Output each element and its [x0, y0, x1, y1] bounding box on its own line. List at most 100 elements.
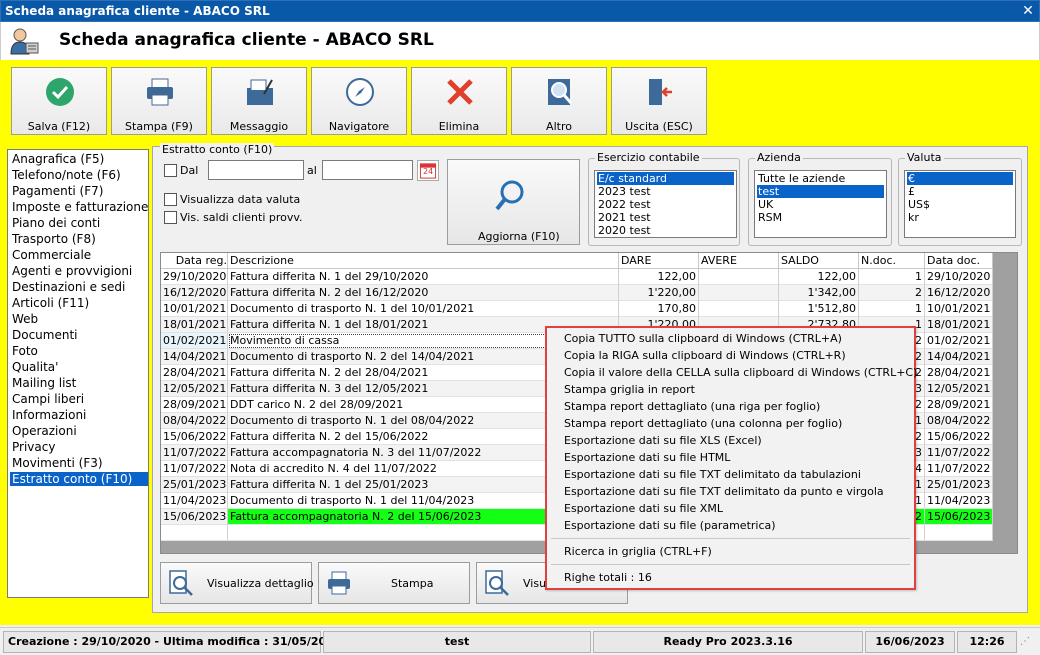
nav-item[interactable]: Trasporto (F8) [12, 232, 96, 246]
context-menu-item[interactable]: Stampa report dettagliato (una colonna p… [564, 417, 842, 430]
table-cell[interactable]: 122,00 [779, 269, 859, 285]
table-cell[interactable]: 1 [859, 301, 925, 317]
valuta-date-checkbox[interactable] [164, 193, 177, 206]
message-button[interactable]: Messaggio [211, 67, 307, 135]
al-date-input[interactable] [322, 160, 413, 180]
other-button[interactable]: Altro [511, 67, 607, 135]
nav-item[interactable]: Web [12, 312, 38, 326]
table-cell[interactable] [699, 269, 779, 285]
table-cell[interactable]: Documento di trasporto N. 1 del 10/01/20… [228, 301, 619, 317]
table-row[interactable]: 16/12/2020 Fattura differita N. 2 del 16/… [161, 285, 993, 301]
table-cell[interactable]: 28/09/2021 [925, 397, 993, 413]
nav-item[interactable]: Movimenti (F3) [12, 456, 103, 470]
valuta-option[interactable]: £ [907, 185, 1013, 198]
nav-item[interactable]: Qualita' [12, 360, 58, 374]
context-menu-item[interactable]: Copia la RIGA sulla clipboard di Windows… [564, 349, 846, 362]
refresh-button[interactable]: Aggiorna (F10) [447, 159, 580, 245]
exit-button[interactable]: Uscita (ESC) [611, 67, 707, 135]
table-cell[interactable]: 18/01/2021 [925, 317, 993, 333]
search-grid-item[interactable]: Ricerca in griglia (CTRL+F) [564, 545, 712, 558]
dal-date-input[interactable] [208, 160, 304, 180]
nav-item[interactable]: Destinazioni e sedi [12, 280, 125, 294]
nav-item[interactable]: Imposte e fatturazione [12, 200, 148, 214]
delete-button[interactable]: Elimina [411, 67, 507, 135]
resize-grip-icon[interactable]: ⋰ [1020, 636, 1030, 647]
table-cell[interactable]: 11/07/2022 [161, 461, 228, 477]
table-cell[interactable]: 15/06/2023 [925, 509, 993, 525]
table-cell[interactable]: 15/06/2023 [161, 509, 228, 525]
context-menu-item[interactable]: Esportazione dati su file (parametrica) [564, 519, 776, 532]
esercizio-option[interactable]: 2020 test [597, 224, 734, 237]
table-cell[interactable]: 18/01/2021 [161, 317, 228, 333]
context-menu-item[interactable]: Stampa report dettagliato (una riga per … [564, 400, 820, 413]
context-menu-item[interactable]: Esportazione dati su file HTML [564, 451, 730, 464]
nav-item[interactable]: Privacy [12, 440, 55, 454]
nav-item[interactable]: Piano dei conti [12, 216, 100, 230]
esercizio-list[interactable]: E/c standard 2023 test 2022 test 2021 test 2… [594, 170, 737, 238]
calendar-button[interactable]: 24 [417, 160, 439, 181]
context-menu-item[interactable]: Esportazione dati su file XML [564, 502, 723, 515]
context-menu-item[interactable]: Copia il valore della CELLA sulla clipbo… [564, 366, 917, 379]
table-cell[interactable]: 29/10/2020 [925, 269, 993, 285]
esercizio-option[interactable]: 2023 test [597, 185, 734, 198]
context-menu-item[interactable]: Esportazione dati su file XLS (Excel) [564, 434, 762, 447]
table-cell[interactable]: 25/01/2023 [925, 477, 993, 493]
close-button[interactable]: ✕ [1021, 4, 1035, 18]
table-cell[interactable]: 15/06/2022 [161, 429, 228, 445]
table-row[interactable]: 29/10/2020 Fattura differita N. 1 del 29/… [161, 269, 993, 285]
esercizio-option[interactable]: E/c standard [597, 172, 734, 185]
nav-item[interactable]: Anagrafica (F5) [12, 152, 104, 166]
column-header[interactable]: Data reg. [161, 253, 228, 269]
table-cell[interactable]: 16/12/2020 [161, 285, 228, 301]
nav-item[interactable]: Foto [12, 344, 38, 358]
context-menu-item[interactable]: Stampa griglia in report [564, 383, 695, 396]
nav-item[interactable]: Telefono/note (F6) [12, 168, 121, 182]
valuta-option[interactable]: € [907, 172, 1013, 185]
nav-item[interactable]: Estratto conto (F10) [10, 472, 148, 486]
table-cell[interactable] [699, 285, 779, 301]
table-cell-empty[interactable] [161, 525, 228, 541]
nav-item[interactable]: Pagamenti (F7) [12, 184, 103, 198]
column-header[interactable]: SALDO [779, 253, 859, 269]
table-cell[interactable]: 1'512,80 [779, 301, 859, 317]
nav-item[interactable]: Commerciale [12, 248, 91, 262]
table-cell[interactable] [699, 301, 779, 317]
nav-item[interactable]: Campi liberi [12, 392, 84, 406]
table-cell[interactable]: 170,80 [619, 301, 699, 317]
esercizio-option[interactable]: 2022 test [597, 198, 734, 211]
nav-item[interactable]: Documenti [12, 328, 78, 342]
saldi-provv-checkbox[interactable] [164, 211, 177, 224]
table-cell[interactable]: 122,00 [619, 269, 699, 285]
table-cell[interactable]: 11/04/2023 [925, 493, 993, 509]
dal-checkbox[interactable] [164, 164, 177, 177]
table-cell[interactable]: 12/05/2021 [161, 381, 228, 397]
context-menu-item[interactable]: Esportazione dati su file TXT delimitato… [564, 485, 884, 498]
context-menu-item[interactable]: Esportazione dati su file TXT delimitato… [564, 468, 861, 481]
view-detail-button[interactable]: Visualizza dettaglio [160, 562, 314, 604]
table-cell[interactable]: 28/04/2021 [161, 365, 228, 381]
column-header[interactable]: Descrizione [228, 253, 619, 269]
table-cell[interactable]: 01/02/2021 [161, 333, 228, 349]
column-header[interactable]: Data doc. [925, 253, 993, 269]
table-cell[interactable]: 08/04/2022 [925, 413, 993, 429]
valuta-option[interactable]: US$ [907, 198, 1013, 211]
table-cell[interactable]: 08/04/2022 [161, 413, 228, 429]
table-cell[interactable]: 28/04/2021 [925, 365, 993, 381]
table-cell-empty[interactable] [925, 525, 993, 541]
print-button[interactable]: Stampa (F9) [111, 67, 207, 135]
nav-item[interactable]: Mailing list [12, 376, 76, 390]
nav-item[interactable]: Operazioni [12, 424, 77, 438]
azienda-option[interactable]: test [757, 185, 884, 198]
context-menu-item[interactable]: Copia TUTTO sulla clipboard di Windows (… [564, 332, 842, 345]
table-cell[interactable]: 1'342,00 [779, 285, 859, 301]
table-cell[interactable]: 28/09/2021 [161, 397, 228, 413]
table-cell[interactable]: 11/04/2023 [161, 493, 228, 509]
table-cell[interactable]: 25/01/2023 [161, 477, 228, 493]
nav-item[interactable]: Agenti e provvigioni [12, 264, 132, 278]
table-cell[interactable]: Fattura differita N. 1 del 29/10/2020 [228, 269, 619, 285]
table-cell[interactable]: 12/05/2021 [925, 381, 993, 397]
save-button[interactable]: Salva (F12) [11, 67, 107, 135]
azienda-option[interactable]: Tutte le aziende [757, 172, 884, 185]
column-header[interactable]: AVERE [699, 253, 779, 269]
table-cell[interactable]: 10/01/2021 [161, 301, 228, 317]
